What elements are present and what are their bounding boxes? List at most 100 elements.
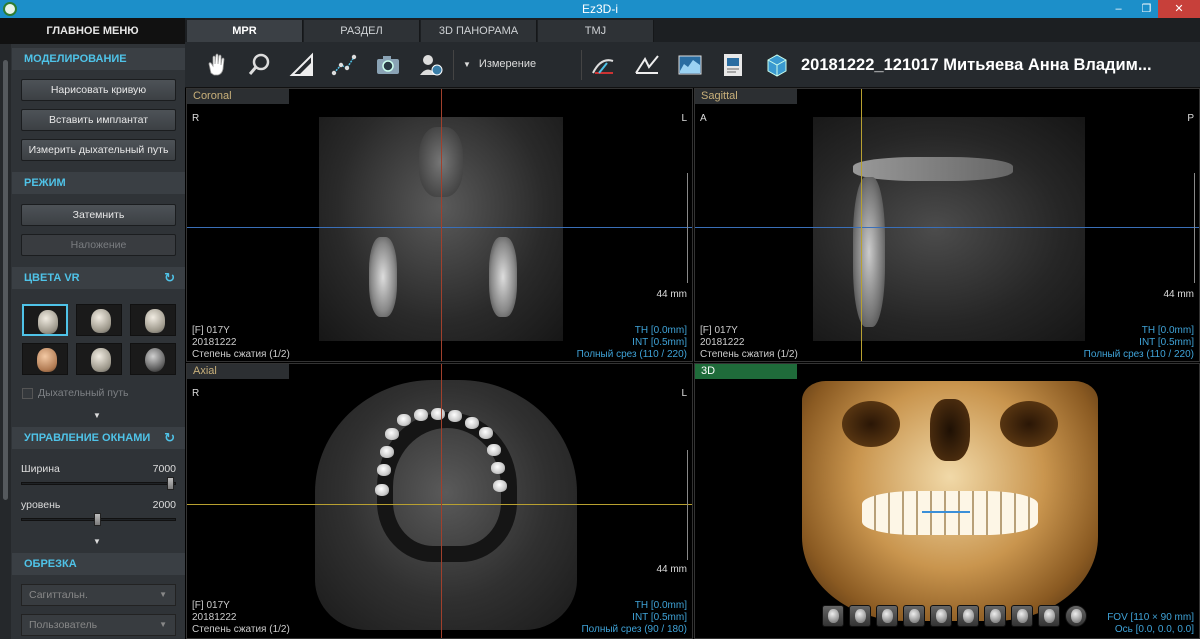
- thickness: TH [0.0mm]: [634, 325, 687, 336]
- measure-dropdown[interactable]: ▼ Измерение: [463, 58, 536, 70]
- main-menu-header[interactable]: ГЛАВНОЕ МЕНЮ: [0, 18, 185, 44]
- view-preset-button[interactable]: [849, 605, 871, 627]
- tab-3d-panorama[interactable]: 3D ПАНОРАМА: [421, 20, 537, 42]
- polyline-tool-icon[interactable]: [330, 51, 358, 79]
- zoom-magnifier-icon[interactable]: [246, 51, 274, 79]
- face-icon: [37, 348, 57, 372]
- 3d-cube-icon[interactable]: [763, 51, 791, 79]
- viewport-coronal[interactable]: Coronal R L 44 mm [F] 017Y 20181222 Степен…: [186, 88, 693, 362]
- maximize-button[interactable]: ❐: [1133, 0, 1160, 18]
- patient-code: [F] 017Y: [192, 325, 230, 336]
- level-label: уровень: [21, 499, 61, 511]
- view-preset-button[interactable]: [1038, 605, 1060, 627]
- refresh-icon[interactable]: ↻: [164, 267, 175, 289]
- crosshair-horizontal[interactable]: [187, 504, 692, 505]
- close-button[interactable]: ✕: [1158, 0, 1200, 18]
- crosshair-horizontal[interactable]: [695, 227, 1199, 228]
- section-crop[interactable]: ОБРЕЗКА: [12, 553, 185, 575]
- tooth-root: [369, 237, 397, 317]
- vr-preset-1[interactable]: [22, 304, 68, 336]
- interval: INT [0.5mm]: [632, 337, 687, 348]
- crosshair-vertical[interactable]: [861, 89, 862, 361]
- rotate-icon: [1071, 609, 1082, 623]
- scale-label: 44 mm: [656, 289, 687, 300]
- compression: Степень сжатия (1/2): [700, 349, 798, 360]
- insert-implant-button[interactable]: Вставить имплантат: [21, 109, 176, 131]
- view-preset-button[interactable]: [822, 605, 844, 627]
- view-preset-button[interactable]: [930, 605, 952, 627]
- width-slider[interactable]: [21, 482, 176, 485]
- refresh-icon[interactable]: ↻: [164, 427, 175, 449]
- draw-curve-button[interactable]: Нарисовать кривую: [21, 79, 176, 101]
- expand-arrow-icon[interactable]: ▼: [93, 411, 101, 420]
- profile-measure-icon[interactable]: [633, 51, 661, 79]
- tab-section[interactable]: РАЗДЕЛ: [304, 20, 420, 42]
- skull-view-icon: [855, 609, 866, 623]
- viewport-3d[interactable]: 3D FOV [110 × 90 mm] Ось [0.0, 0.0, 0.0]: [694, 363, 1200, 639]
- sagittal-scan-image: [813, 117, 1085, 341]
- skull-icon: [38, 310, 58, 334]
- level-slider-thumb[interactable]: [94, 513, 101, 526]
- vr-preset-2[interactable]: [76, 304, 122, 336]
- window-title: Ez3D-i: [581, 2, 618, 16]
- scan-date: 20181222: [700, 337, 745, 348]
- dropdown-value: Пользователь: [29, 619, 98, 631]
- overlay-button[interactable]: Наложение: [21, 234, 176, 256]
- report-document-icon[interactable]: [719, 51, 747, 79]
- chevron-down-icon: ▼: [159, 590, 167, 599]
- airway-checkbox[interactable]: [22, 388, 33, 399]
- vr-preset-3[interactable]: [130, 304, 176, 336]
- expand-arrow-icon[interactable]: ▼: [93, 537, 101, 546]
- section-window-control[interactable]: УПРАВЛЕНИЕ ОКНАМИ ↻: [12, 427, 185, 449]
- viewport-label: 3D: [695, 364, 797, 379]
- rotate-view-button[interactable]: [1065, 605, 1087, 627]
- view-preset-button[interactable]: [984, 605, 1006, 627]
- vr-preset-6[interactable]: [130, 343, 176, 375]
- thickness: TH [0.0mm]: [634, 600, 687, 611]
- camera-icon[interactable]: [374, 51, 402, 79]
- viewport-sagittal[interactable]: Sagittal A P 44 mm [F] 017Y 20181222 Степе…: [694, 88, 1200, 362]
- crop-mode-dropdown[interactable]: Пользователь ▼: [21, 614, 176, 636]
- minimize-button[interactable]: –: [1105, 0, 1132, 18]
- capture-person-icon[interactable]: [417, 51, 445, 79]
- level-value: 2000: [152, 499, 176, 511]
- crosshair-vertical[interactable]: [441, 364, 442, 638]
- pan-hand-icon[interactable]: [203, 51, 231, 79]
- vr-preset-4[interactable]: [22, 343, 68, 375]
- tooth: [431, 408, 445, 420]
- vr-preset-5[interactable]: [76, 343, 122, 375]
- view-tabs: MPR РАЗДЕЛ 3D ПАНОРАМА TMJ: [185, 18, 1200, 42]
- tab-tmj[interactable]: TMJ: [538, 20, 654, 42]
- view-preset-button[interactable]: [876, 605, 898, 627]
- tab-mpr[interactable]: MPR: [187, 20, 303, 42]
- tooth: [380, 446, 394, 458]
- app-window: Ez3D-i – ❐ ✕ ГЛАВНОЕ МЕНЮ МОДЕЛИРОВАНИЕ …: [0, 0, 1200, 639]
- info-right: TH [0.0mm] INT [0.5mm] Полный срез (110 / …: [577, 325, 687, 361]
- section-modeling[interactable]: МОДЕЛИРОВАНИЕ: [12, 48, 185, 70]
- view-preset-button[interactable]: [1011, 605, 1033, 627]
- contrast-triangle-icon[interactable]: [288, 51, 316, 79]
- crop-plane-dropdown[interactable]: Сагиттальн. ▼: [21, 584, 176, 606]
- nasal-opening: [930, 399, 970, 461]
- thickness: TH [0.0mm]: [1141, 325, 1194, 336]
- measure-airway-button[interactable]: Измерить дыхательный путь: [21, 139, 176, 161]
- section-vr-colors[interactable]: ЦВЕТА VR ↻: [12, 267, 185, 289]
- tooth: [487, 444, 501, 456]
- info-right: TH [0.0mm] INT [0.5mm] Полный срез (90 / 1…: [581, 600, 687, 636]
- section-title: РЕЖИМ: [24, 177, 66, 189]
- sidebar-scrollbar[interactable]: [0, 40, 11, 639]
- scrollbar-thumb[interactable]: [3, 60, 8, 500]
- width-slider-thumb[interactable]: [167, 477, 174, 490]
- section-mode[interactable]: РЕЖИМ: [12, 172, 185, 194]
- view-preset-button[interactable]: [903, 605, 925, 627]
- viewport-axial[interactable]: Axial R L 44 mm [F] 017Y 20181222 Степень …: [186, 363, 693, 639]
- angle-measure-icon[interactable]: [589, 51, 617, 79]
- skull-view-icon: [909, 609, 920, 623]
- crosshair-vertical[interactable]: [441, 89, 442, 361]
- darken-button[interactable]: Затемнить: [21, 204, 176, 226]
- crosshair-horizontal[interactable]: [187, 227, 692, 228]
- view-preset-button[interactable]: [957, 605, 979, 627]
- histogram-icon[interactable]: [676, 51, 704, 79]
- width-label: Ширина: [21, 463, 60, 475]
- toolbar-separator: [581, 50, 582, 80]
